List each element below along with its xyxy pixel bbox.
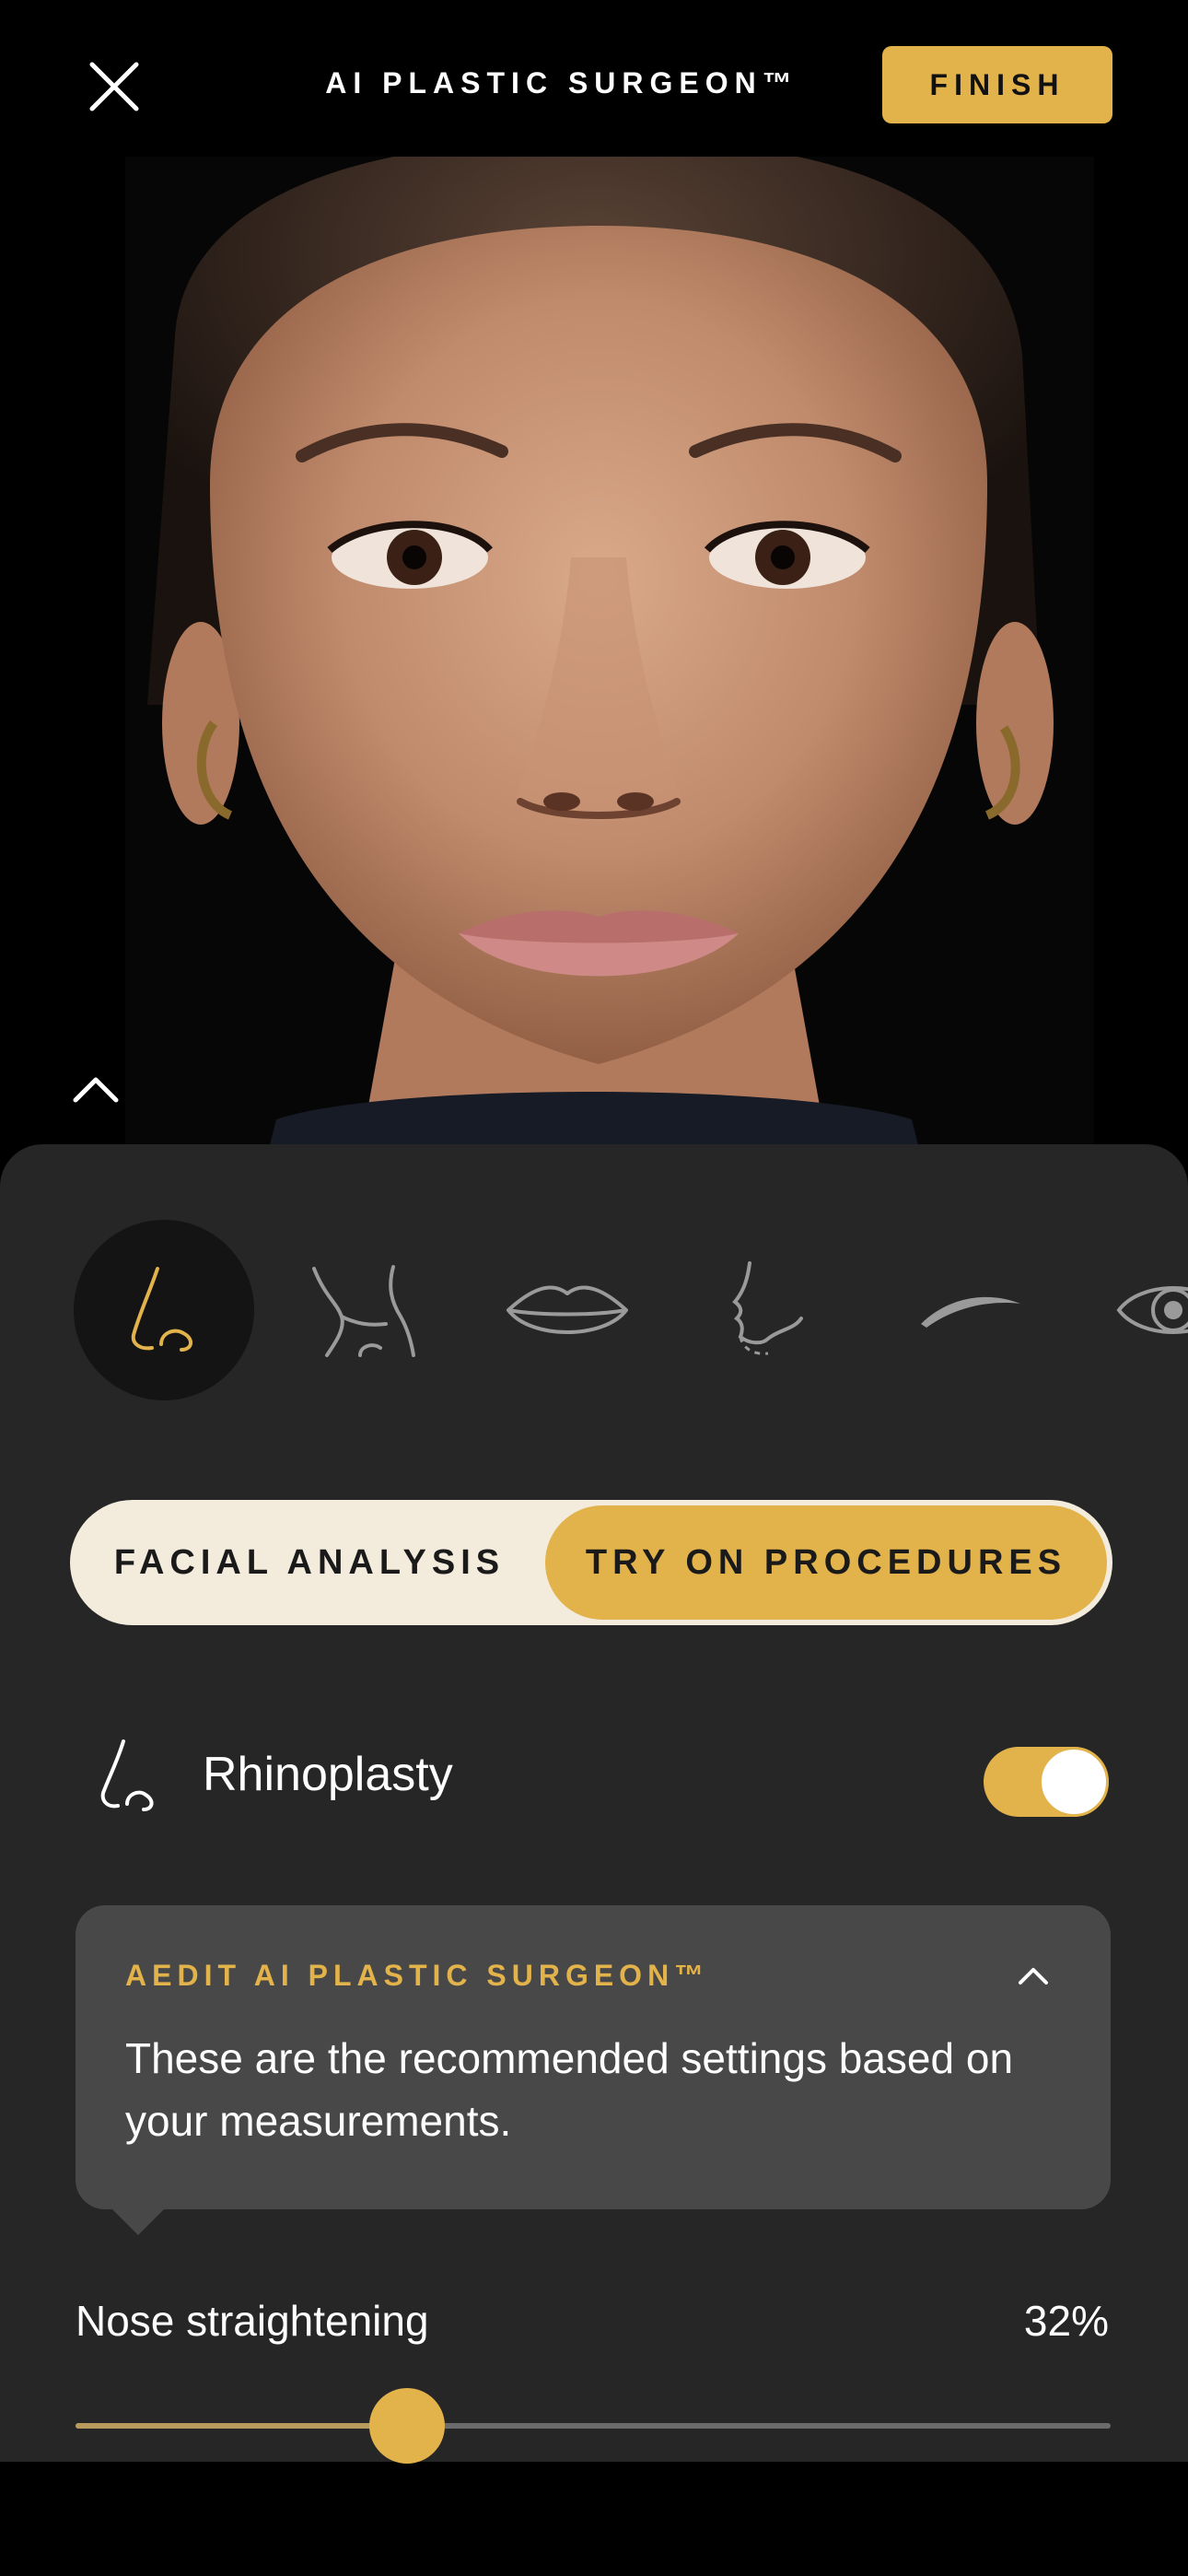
nose-icon [88,1736,168,1815]
app-title: AI PLASTIC SURGEON™ [325,66,798,100]
neck-icon[interactable] [274,1220,455,1400]
slider-value: 32% [1023,2297,1109,2345]
lips-icon[interactable] [477,1220,658,1400]
slider-thumb[interactable] [368,2388,445,2464]
finish-button[interactable]: FINISH [882,46,1112,123]
top-bar: AI PLASTIC SURGEON™ FINISH [0,0,1188,157]
nose-icon[interactable] [74,1220,254,1400]
card-pointer [112,2209,164,2235]
slider-fill [76,2423,407,2429]
chin-icon[interactable] [678,1220,858,1400]
procedure-label: Rhinoplasty [203,1748,453,1801]
card-title: AEDIT AI PLASTIC SURGEON™ [125,1959,710,1992]
eye-icon[interactable] [1083,1220,1188,1400]
procedures-panel: FACIAL ANALYSIS TRY ON PROCEDURES Rhinop… [0,1144,1188,2464]
procedure-row: Rhinoplasty [0,1727,1188,1819]
procedure-toggle[interactable] [984,1747,1109,1817]
brow-icon[interactable] [880,1220,1061,1400]
chevron-up-icon[interactable] [1015,1962,1052,1988]
face-photo [0,152,1188,1156]
ai-recommendation-card: AEDIT AI PLASTIC SURGEON™ These are the … [76,1905,1111,2235]
tab-try-on-procedures[interactable]: TRY ON PROCEDURES [545,1505,1107,1620]
procedure-icon-row[interactable] [0,1220,1188,1404]
chevron-up-icon[interactable] [70,1071,122,1107]
card-body: These are the recommended settings based… [125,2034,1014,2145]
close-icon[interactable] [85,57,144,116]
mode-segmented-control: FACIAL ANALYSIS TRY ON PROCEDURES [70,1500,1112,1625]
nose-straightening-slider[interactable] [76,2388,1111,2464]
slider-label: Nose straightening [76,2297,429,2345]
tab-facial-analysis[interactable]: FACIAL ANALYSIS [70,1500,549,1625]
toggle-knob [1039,1747,1109,1817]
